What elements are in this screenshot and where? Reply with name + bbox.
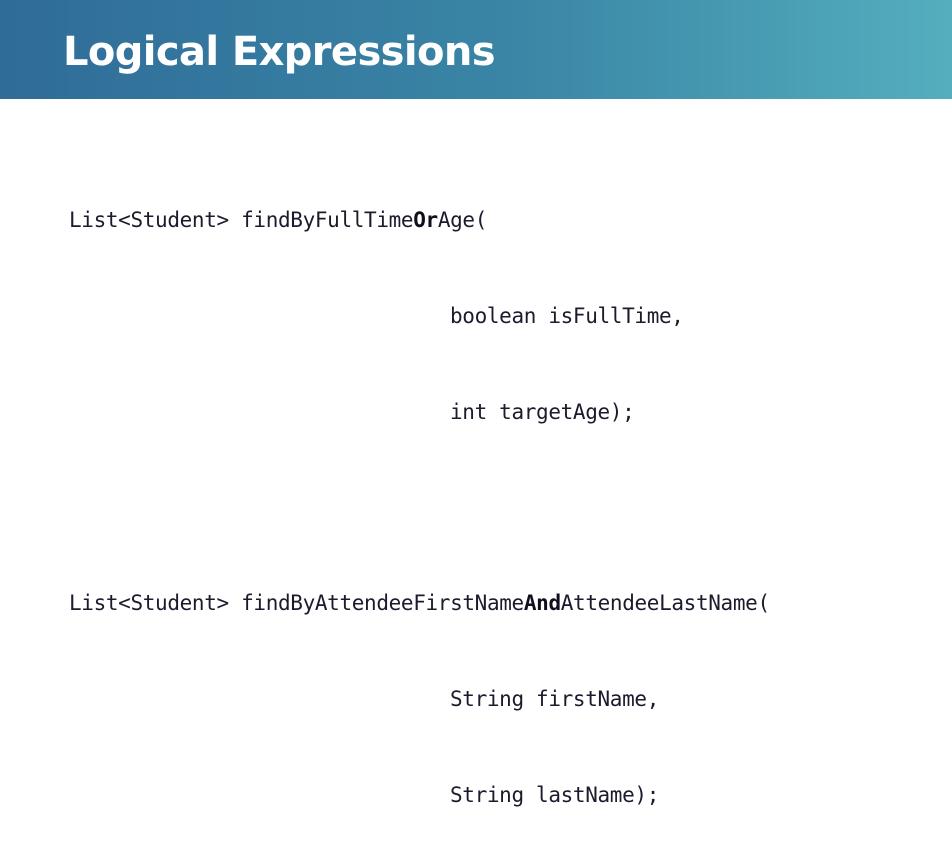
method1-name-prefix: findByFullTime [241, 208, 414, 232]
method1-return-type: List<Student> [69, 208, 229, 232]
method1-param1-line: boolean isFullTime, [69, 300, 770, 332]
method1-param2-line: int targetAge); [69, 396, 770, 428]
method2-param1-line: String firstName, [69, 683, 770, 715]
method2-name-suffix: AttendeeLastName [560, 591, 758, 615]
method1-signature-line: List<Student> findByFullTimeOrAge( [69, 204, 770, 236]
method2-param1: String firstName, [450, 687, 659, 711]
method1-or-keyword: Or [413, 208, 438, 232]
method2-return-type: List<Student> [69, 591, 229, 615]
method2-open-paren: ( [757, 591, 770, 615]
method2-signature-line: List<Student> findByAttendeeFirstNameAnd… [69, 587, 770, 619]
slide-header: Logical Expressions [0, 0, 952, 99]
method1-param2: int targetAge); [450, 400, 635, 424]
method1-name-suffix: Age [437, 208, 475, 232]
method2-param2: String lastName); [450, 783, 659, 807]
method2-name-prefix: findByAttendeeFirstName [241, 591, 524, 615]
method1-open-paren: ( [474, 208, 488, 232]
code-block: List<Student> findByFullTimeOrAge( boole… [69, 140, 770, 843]
method1-param1: boolean isFullTime, [450, 304, 684, 328]
method2-param2-line: String lastName); [69, 779, 770, 811]
slide-title: Logical Expressions [63, 29, 496, 75]
method2-and-keyword: And [523, 591, 561, 615]
